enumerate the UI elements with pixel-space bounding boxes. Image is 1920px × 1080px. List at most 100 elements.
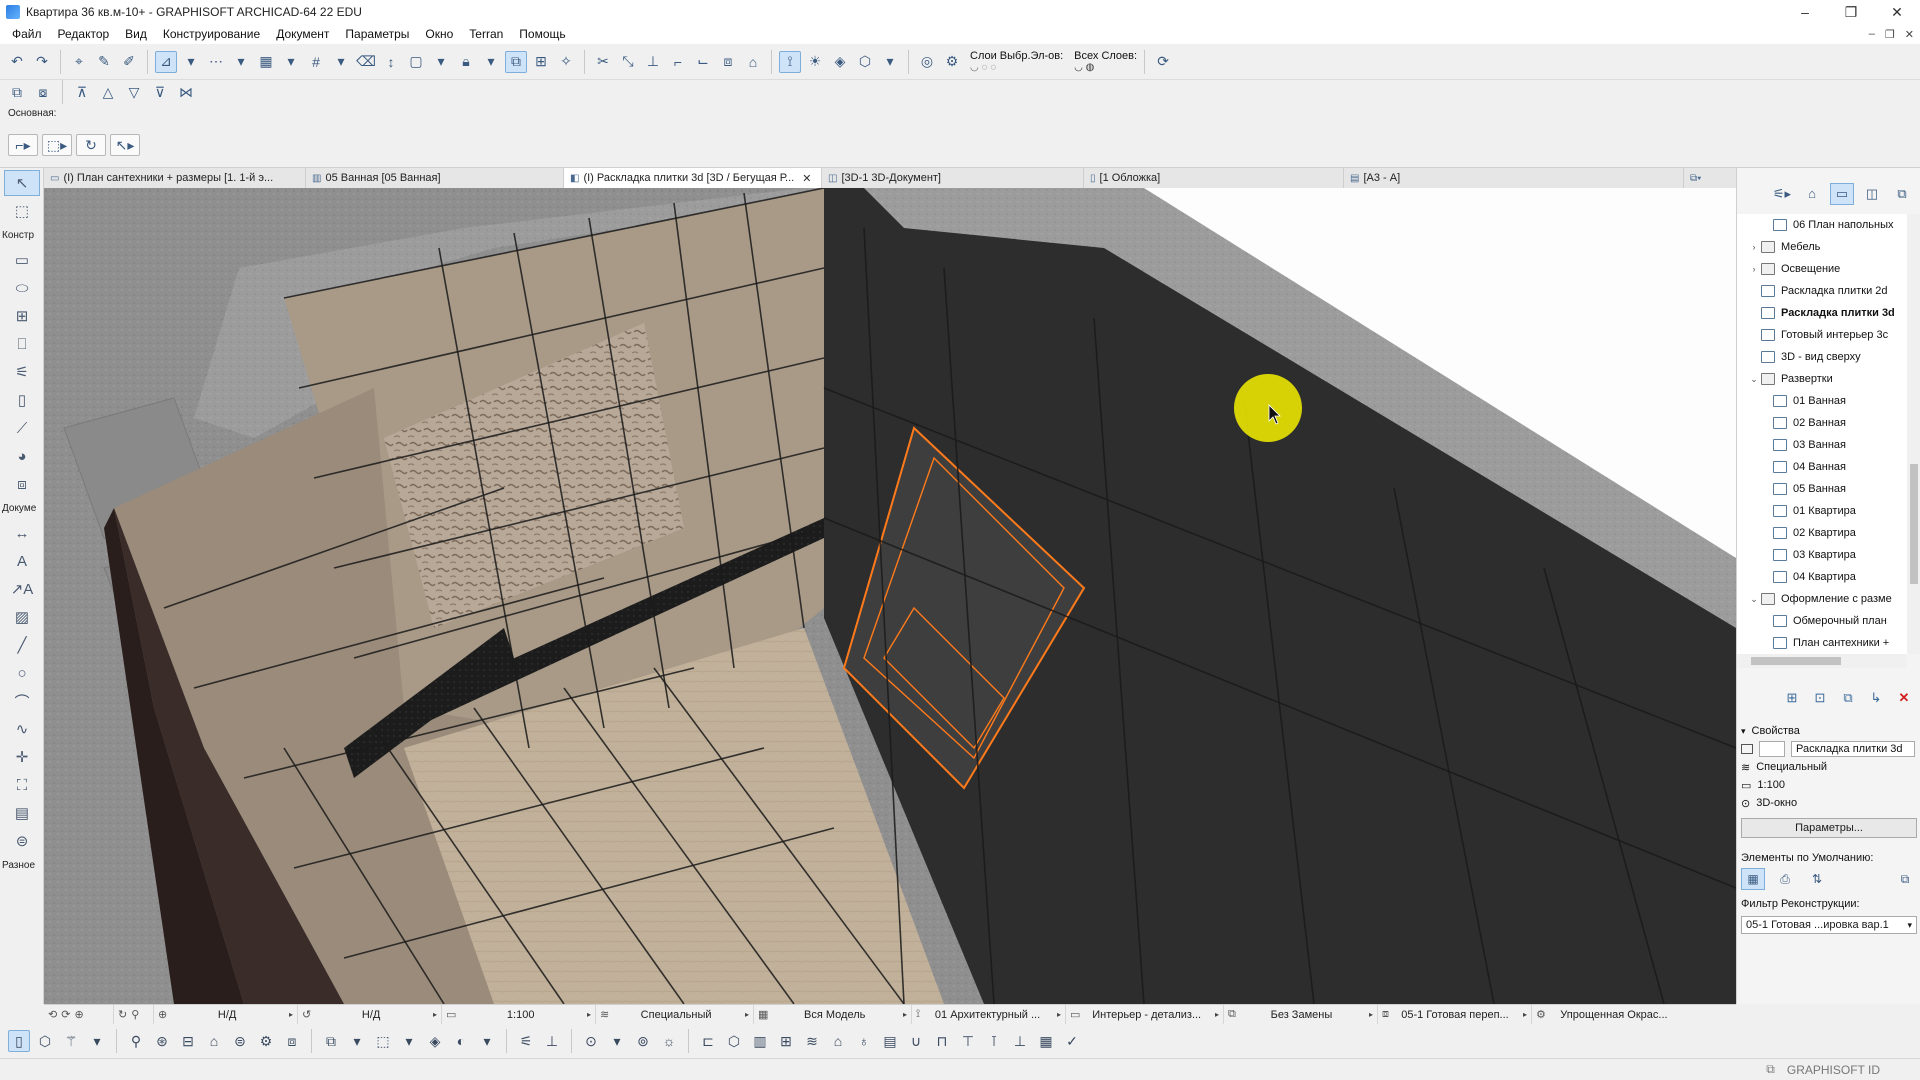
- zoom-in-icon[interactable]: ⊕: [74, 1008, 83, 1021]
- sun-study-icon[interactable]: ☼: [658, 1030, 680, 1052]
- arrow-select-icon[interactable]: ↖: [4, 170, 40, 196]
- lock-icon[interactable]: 🔒︎: [455, 51, 477, 73]
- offset-icon[interactable]: ⧈: [717, 51, 739, 73]
- 3d-cutaway-icon[interactable]: ⧉: [320, 1030, 342, 1052]
- scroll-thumb[interactable]: [1751, 657, 1841, 665]
- tree-item[interactable]: План сантехники +: [1737, 632, 1907, 654]
- intersect-icon[interactable]: ⊥: [642, 51, 664, 73]
- bring-to-front-icon[interactable]: △: [97, 81, 119, 103]
- project-map-icon[interactable]: ⌂: [1800, 183, 1824, 205]
- 3d-viewport[interactable]: [44, 188, 1736, 1004]
- elevation-view-icon[interactable]: ⌂: [203, 1030, 225, 1052]
- dropdown-arrow-icon[interactable]: ▾: [606, 1030, 628, 1052]
- check-icon[interactable]: ✓: [1061, 1030, 1083, 1052]
- column-tool-icon[interactable]: ▯: [4, 387, 40, 413]
- delete-icon[interactable]: ✕: [1893, 687, 1915, 709]
- redo-icon[interactable]: ↷: [31, 51, 53, 73]
- drawing-tool-icon[interactable]: ▤: [4, 800, 40, 826]
- menu-document[interactable]: Документ: [268, 24, 337, 44]
- railing-icon[interactable]: ⊥: [541, 1030, 563, 1052]
- walk-icon[interactable]: ⚲: [131, 1008, 139, 1021]
- tree-item[interactable]: Готовый интерьер 3c: [1737, 324, 1907, 346]
- menu-window[interactable]: Окно: [417, 24, 461, 44]
- door-tool-icon[interactable]: ⎕: [4, 331, 40, 357]
- undo-icon[interactable]: ↶: [6, 51, 28, 73]
- expand-chevron-icon[interactable]: ›: [1747, 242, 1761, 252]
- curve-icon[interactable]: ∪: [905, 1030, 927, 1052]
- layout-settings-icon[interactable]: ⧉: [1893, 868, 1917, 890]
- stair-icon[interactable]: ⚟: [515, 1030, 537, 1052]
- tab-elevation-bath[interactable]: ▥ 05 Ванная [05 Ванная]: [306, 168, 564, 188]
- roof-icon[interactable]: ⌂: [827, 1030, 849, 1052]
- doc-close-button[interactable]: ✕: [1905, 28, 1914, 41]
- hotspot-tool-icon[interactable]: ✛: [4, 744, 40, 770]
- dropdown-arrow-icon[interactable]: ▾: [330, 51, 352, 73]
- layer-combination-select[interactable]: ⟟ 01 Архитектурный ... ▸: [912, 1004, 1066, 1025]
- geometry-method-icon[interactable]: ⌐▸: [8, 134, 38, 156]
- curtain-wall-icon[interactable]: ▥: [749, 1030, 771, 1052]
- dropdown-arrow-icon[interactable]: ▾: [398, 1030, 420, 1052]
- snap-guides-icon[interactable]: ⋯: [205, 51, 227, 73]
- tab-3d-tile-layout[interactable]: ◧ (I) Раскладка плитки 3d [3D / Бегущая …: [564, 168, 822, 188]
- text-tool-icon[interactable]: A: [4, 548, 40, 574]
- maximize-button[interactable]: ❐: [1828, 0, 1874, 24]
- label-tool-icon[interactable]: ↗A: [4, 576, 40, 602]
- tree-item[interactable]: 02 Ванная: [1737, 412, 1907, 434]
- worksheet-icon[interactable]: ⚙: [255, 1030, 277, 1052]
- walk-mode-icon[interactable]: ⚲: [125, 1030, 147, 1052]
- expand-chevron-icon[interactable]: ›: [1747, 264, 1761, 274]
- dropdown-arrow-icon[interactable]: ▾: [476, 1030, 498, 1052]
- ungroup-icon[interactable]: ⧇: [32, 81, 54, 103]
- zoom-value-field[interactable]: ⊕ Н/Д ▸: [154, 1004, 298, 1025]
- spline-tool-icon[interactable]: ∿: [4, 716, 40, 742]
- marquee-3d-icon[interactable]: ⬚: [372, 1030, 394, 1052]
- tree-item[interactable]: ⌄ Развертки: [1737, 368, 1907, 390]
- menu-edit[interactable]: Редактор: [50, 24, 118, 44]
- save-view-icon[interactable]: ⊡: [1809, 687, 1831, 709]
- menu-help[interactable]: Помощь: [511, 24, 573, 44]
- navigator-menu-icon[interactable]: ⚟▸: [1770, 183, 1794, 205]
- tab-master-layout[interactable]: ▤ [А3 - А]: [1344, 168, 1684, 188]
- window-tool-icon[interactable]: ⊞: [4, 303, 40, 329]
- tab-cover-layout[interactable]: ▯ [1 Обложка]: [1084, 168, 1344, 188]
- doc-minimize-button[interactable]: –: [1869, 28, 1875, 40]
- properties-header[interactable]: ▾ Свойства: [1737, 722, 1920, 740]
- settings-button[interactable]: Параметры...: [1741, 818, 1917, 838]
- inject-parameters-icon[interactable]: ✎: [93, 51, 115, 73]
- adjust-icon[interactable]: ⤡: [617, 51, 639, 73]
- floor-plan-view-icon[interactable]: ▯: [8, 1030, 30, 1052]
- render-icon[interactable]: ◈: [424, 1030, 446, 1052]
- penset-select[interactable]: ≋ Специальный ▸: [596, 1004, 754, 1025]
- axonometry-icon[interactable]: ⧈: [281, 1030, 303, 1052]
- sun-icon[interactable]: ☀: [804, 51, 826, 73]
- bring-forward-icon[interactable]: ⊼: [71, 81, 93, 103]
- fillet-icon[interactable]: ⌐: [667, 51, 689, 73]
- print-icon[interactable]: ⎙: [1773, 868, 1797, 890]
- zone-icon[interactable]: ⊏: [697, 1030, 719, 1052]
- dropdown-arrow-icon[interactable]: ▾: [879, 51, 901, 73]
- tree-item[interactable]: Раскладка плитки 3d: [1737, 302, 1907, 324]
- explode-icon[interactable]: ✧: [555, 51, 577, 73]
- tree-item[interactable]: › Освещение: [1737, 258, 1907, 280]
- beam-tool-icon[interactable]: ⟋: [4, 415, 40, 441]
- model-view-select[interactable]: ▦ Вся Модель ▸: [754, 1004, 912, 1025]
- grid-snap-icon[interactable]: ▦: [255, 51, 277, 73]
- orbit-icon[interactable]: ↻: [76, 134, 106, 156]
- stair-tool-icon[interactable]: ⚟: [4, 359, 40, 385]
- marquee-icon[interactable]: ⬚: [4, 198, 40, 224]
- line-tool-icon[interactable]: ╱: [4, 632, 40, 658]
- circle-tool-icon[interactable]: ○: [4, 660, 40, 686]
- menu-options[interactable]: Параметры: [337, 24, 417, 44]
- close-button[interactable]: ✕: [1874, 0, 1920, 24]
- object-tool-icon[interactable]: ⧈: [4, 471, 40, 497]
- grid-icon[interactable]: #: [305, 51, 327, 73]
- suspend-groups-icon[interactable]: ⧉: [505, 50, 527, 73]
- slab-tool-icon[interactable]: ⬭: [4, 275, 40, 301]
- tree-item[interactable]: › Мебель: [1737, 236, 1907, 258]
- dropdown-arrow-icon[interactable]: ▾: [86, 1030, 108, 1052]
- redo-zoom-icon[interactable]: ⟳: [61, 1008, 70, 1021]
- tree-item[interactable]: 04 Квартира: [1737, 566, 1907, 588]
- orbit-controls[interactable]: ↻ ⚲: [114, 1004, 154, 1025]
- sort-icon[interactable]: ⇅: [1805, 868, 1829, 890]
- shell-tool-icon[interactable]: ◕: [4, 443, 40, 469]
